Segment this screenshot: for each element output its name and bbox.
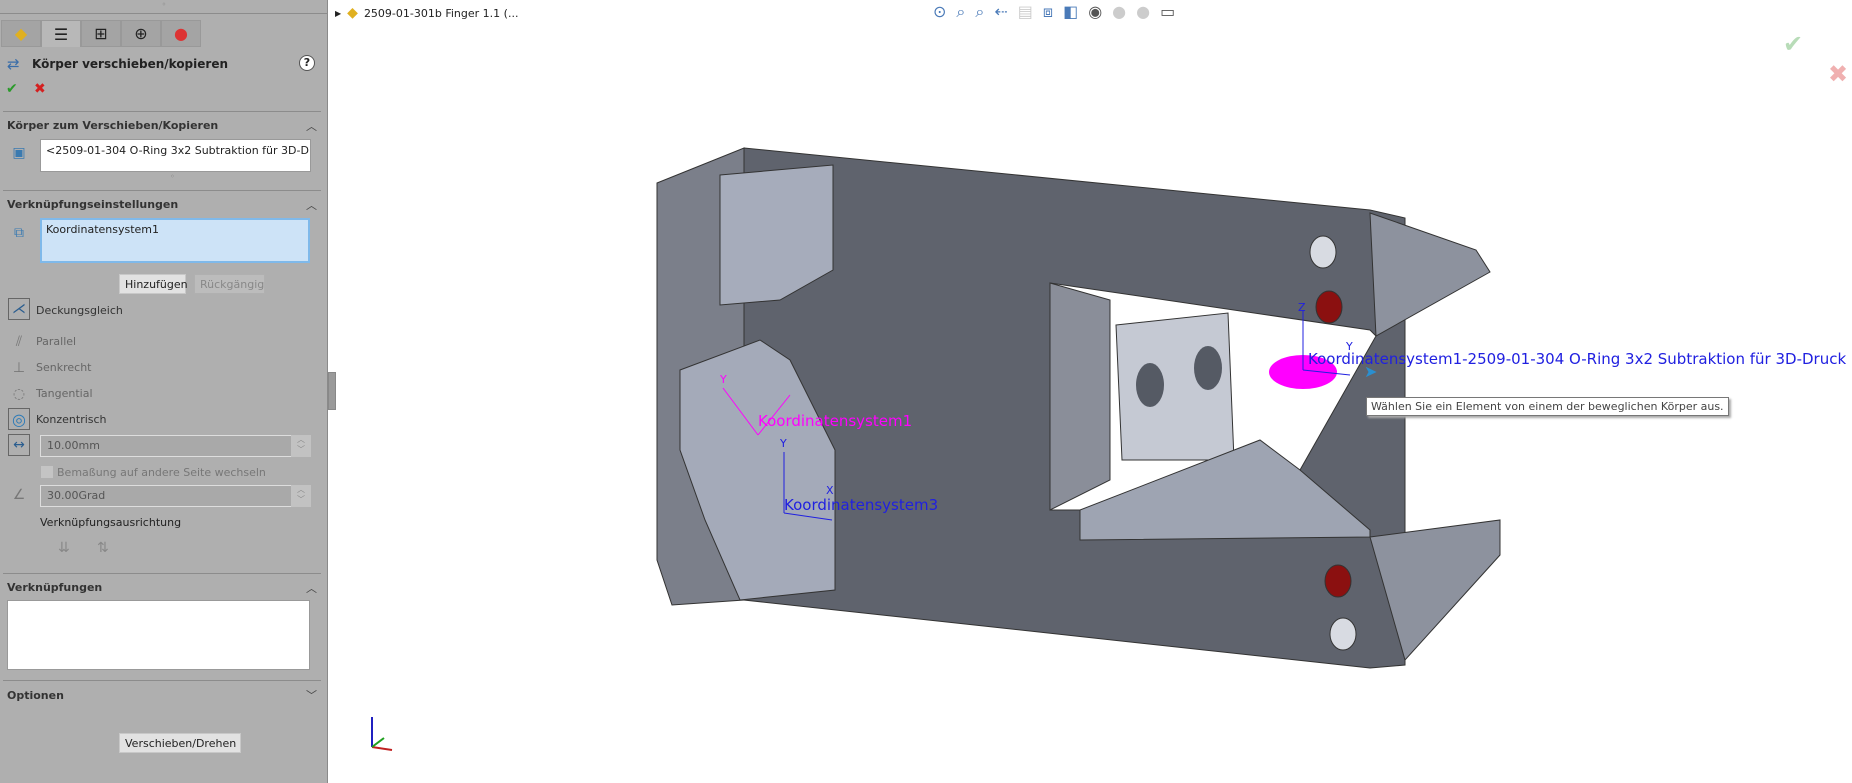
selected-entity-label: Koordinatensystem1-2509-01-304 O-Ring 3x… bbox=[1308, 350, 1847, 368]
tooltip: Wählen Sie ein Element von einem der bew… bbox=[1366, 397, 1729, 416]
view-triad bbox=[371, 717, 393, 751]
cs1-axis-y: Y bbox=[720, 373, 727, 386]
coordinate-system-3-label: Koordinatensystem3 bbox=[784, 496, 939, 514]
cursor-arrow-icon: ➤ bbox=[1364, 362, 1378, 381]
coordinate-system-1-label: Koordinatensystem1 bbox=[758, 412, 913, 430]
axis-label-z: Z bbox=[1298, 301, 1306, 314]
model-view[interactable] bbox=[0, 0, 1852, 783]
cs3-axis-y: Y bbox=[780, 437, 787, 450]
